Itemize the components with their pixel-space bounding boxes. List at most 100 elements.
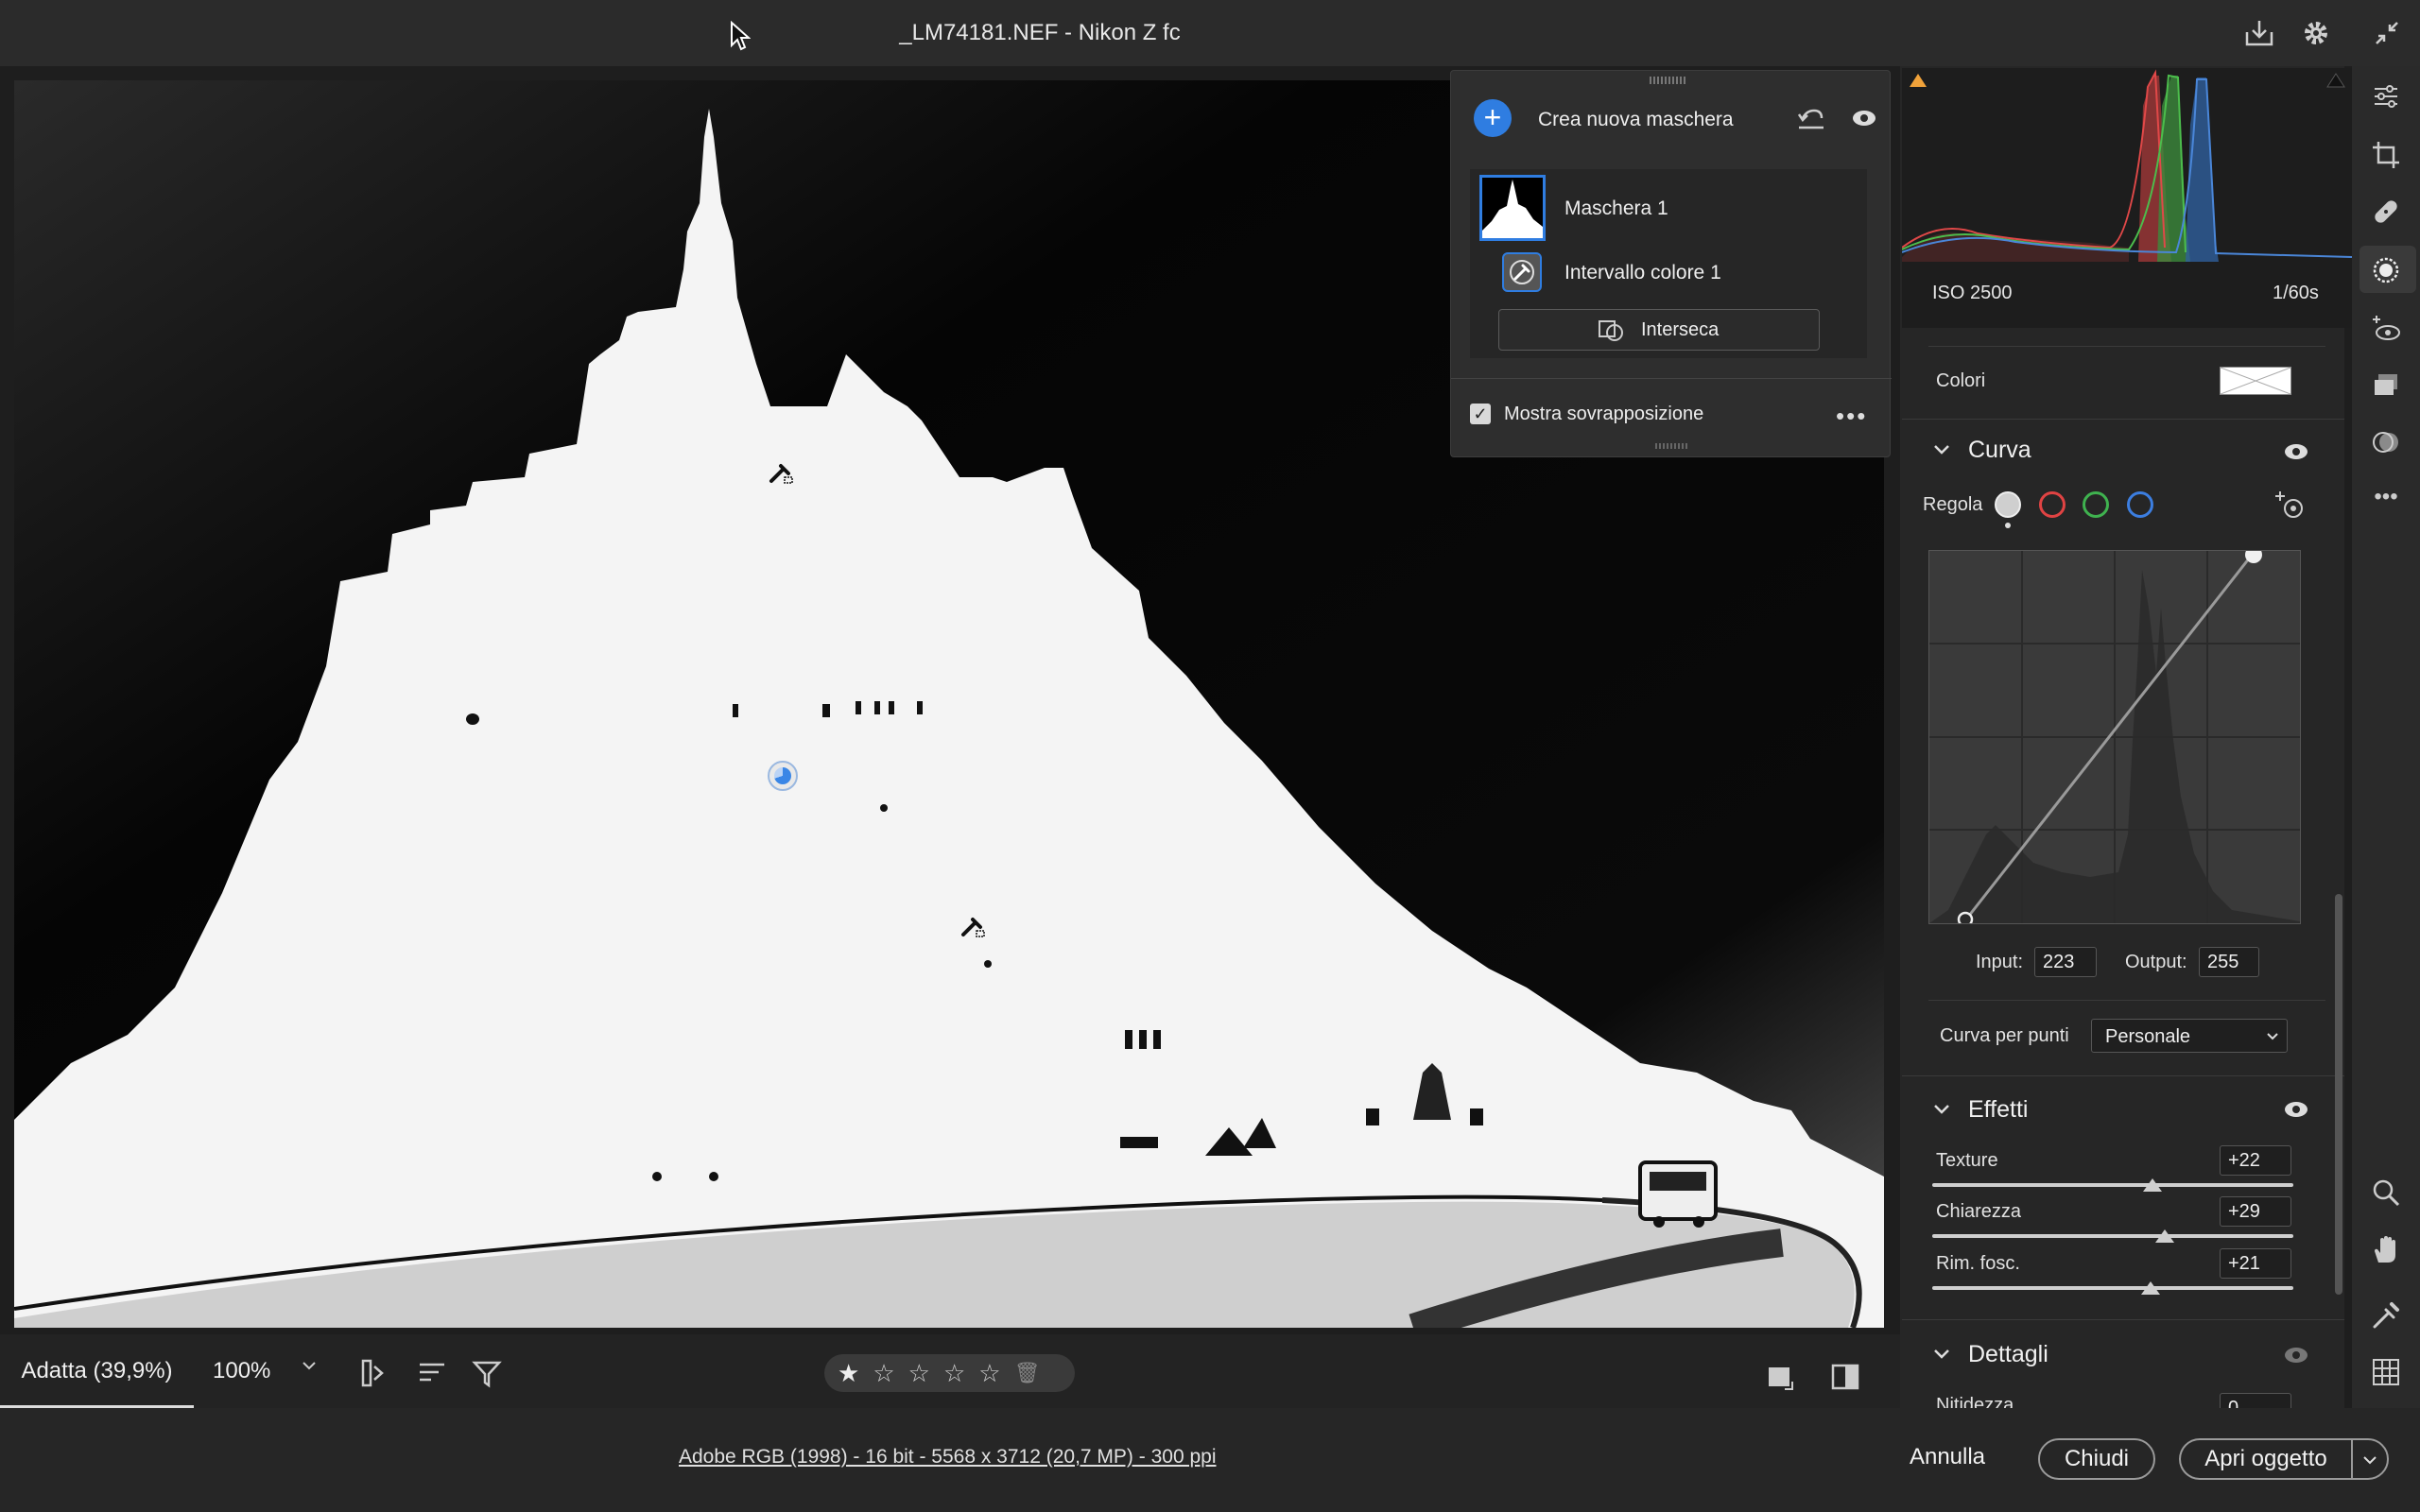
star-empty-icon[interactable]: ☆ <box>873 1359 894 1388</box>
shadow-clipping-icon[interactable] <box>1908 70 1928 95</box>
adjust-label: Regola <box>1923 494 1983 515</box>
tone-curve-graph[interactable] <box>1928 546 2301 928</box>
download-icon[interactable] <box>2240 14 2278 52</box>
eyedropper-pin-icon[interactable] <box>768 458 796 491</box>
hand-icon[interactable] <box>2369 1232 2403 1266</box>
close-button[interactable]: Chiudi <box>2038 1438 2155 1480</box>
selected-indicator <box>2005 523 2011 528</box>
healing-icon[interactable] <box>2369 195 2403 229</box>
overlay-checkbox[interactable]: ✓ <box>1470 404 1491 424</box>
zoom-fit-button[interactable]: Adatta (39,9%) <box>0 1334 194 1408</box>
sharpness-label: Nitidezza <box>1936 1395 2014 1408</box>
texture-value[interactable]: +22 <box>2220 1145 2291 1176</box>
divider <box>1902 1319 2344 1320</box>
snapshots-icon[interactable] <box>2369 425 2403 459</box>
component-name[interactable]: Intervallo colore 1 <box>1564 262 1721 284</box>
chevron-down-icon[interactable] <box>1932 1102 1951 1122</box>
texture-slider-thumb[interactable] <box>2142 1177 2163 1197</box>
zoom-icon[interactable] <box>2369 1176 2403 1210</box>
clarity-label: Chiarezza <box>1936 1201 2022 1222</box>
star-empty-icon[interactable]: ☆ <box>978 1359 1000 1388</box>
divider <box>1451 378 1892 379</box>
file-info-link[interactable]: Adobe RGB (1998) - 16 bit - 5568 x 3712 … <box>679 1446 1217 1469</box>
effects-title[interactable]: Effetti <box>1968 1096 2028 1124</box>
eyedropper-pin-icon[interactable] <box>959 912 988 945</box>
channel-rgb-button[interactable] <box>1995 491 2021 518</box>
star-empty-icon[interactable]: ☆ <box>908 1359 930 1388</box>
chevron-down-icon[interactable] <box>301 1359 318 1377</box>
zoom-100-button[interactable]: 100% <box>213 1334 279 1408</box>
presets-icon[interactable] <box>2369 369 2403 403</box>
star-empty-icon[interactable]: ☆ <box>943 1359 965 1388</box>
edit-sliders-icon[interactable] <box>2369 79 2403 113</box>
point-curve-value: Personale <box>2105 1026 2191 1047</box>
eye-icon[interactable] <box>2284 442 2308 466</box>
red-eye-icon[interactable] <box>2369 312 2403 346</box>
channel-green-button[interactable] <box>2083 491 2109 518</box>
shutter-value: 1/60s <box>2273 283 2319 303</box>
clarity-slider-thumb[interactable] <box>2154 1228 2175 1248</box>
mask-pin-icon[interactable] <box>768 761 798 791</box>
open-object-button[interactable]: Apri oggetto <box>2179 1438 2351 1480</box>
masking-icon[interactable] <box>2369 253 2403 287</box>
output-field[interactable]: 255 <box>2199 947 2259 977</box>
window-title: _LM74181.NEF - Nikon Z fc <box>899 20 1181 45</box>
mask-name[interactable]: Maschera 1 <box>1564 198 1668 220</box>
resize-handle[interactable] <box>1655 443 1687 449</box>
add-mask-icon[interactable]: + <box>1474 99 1512 137</box>
eye-icon[interactable] <box>2284 1100 2308 1124</box>
clarity-slider-track[interactable] <box>1932 1234 2293 1238</box>
dehaze-value[interactable]: +21 <box>2220 1248 2291 1279</box>
compare-view-icon[interactable] <box>1830 1363 1860 1396</box>
highlight-clipping-icon[interactable] <box>2325 70 2346 95</box>
intersect-button[interactable]: Interseca <box>1498 309 1820 351</box>
divider <box>1928 1000 2325 1001</box>
cancel-button[interactable]: Annulla <box>1900 1438 1995 1480</box>
gear-icon[interactable] <box>2297 14 2335 52</box>
colors-label: Colori <box>1936 370 1986 391</box>
single-view-icon[interactable] <box>1766 1363 1794 1396</box>
crop-icon[interactable] <box>2369 138 2403 172</box>
undo-icon[interactable] <box>1797 107 1825 136</box>
filmstrip-icon[interactable] <box>359 1357 391 1394</box>
texture-label: Texture <box>1936 1150 1998 1171</box>
trash-icon[interactable]: 🗑 <box>1014 1361 1041 1385</box>
eye-icon[interactable] <box>1852 109 1876 132</box>
drag-handle[interactable] <box>1650 77 1687 84</box>
collapse-icon[interactable] <box>2368 14 2406 52</box>
channel-blue-button[interactable] <box>2127 491 2153 518</box>
details-clip: Nitidezza 0 <box>1902 1389 2344 1408</box>
texture-slider-track[interactable] <box>1932 1183 2293 1187</box>
star-filled-icon[interactable]: ★ <box>838 1359 859 1388</box>
eye-icon[interactable] <box>2284 1346 2308 1369</box>
divider <box>1902 1075 2344 1076</box>
iso-value: ISO 2500 <box>1932 283 2013 303</box>
dehaze-slider-track[interactable] <box>1932 1286 2293 1290</box>
create-mask-label[interactable]: Crea nuova maschera <box>1538 109 1734 131</box>
curve-title[interactable]: Curva <box>1968 437 2031 464</box>
chevron-down-icon[interactable] <box>1932 442 1951 462</box>
panel-scrollbar[interactable] <box>2335 894 2342 1295</box>
mask-panel: + Crea nuova maschera Maschera 1 Interva… <box>1450 70 1892 457</box>
sampler-icon[interactable] <box>2369 1298 2403 1332</box>
grid-icon[interactable] <box>2369 1355 2403 1389</box>
star-rating[interactable]: ★ ☆ ☆ ☆ ☆ 🗑 <box>824 1354 1075 1392</box>
more-icon[interactable]: ••• <box>2369 480 2403 514</box>
filter-icon[interactable] <box>471 1357 503 1394</box>
dehaze-slider-thumb[interactable] <box>2140 1280 2161 1300</box>
clarity-value[interactable]: +29 <box>2220 1196 2291 1227</box>
details-title[interactable]: Dettagli <box>1968 1341 2048 1368</box>
target-adjust-icon[interactable] <box>2273 490 2307 526</box>
intersect-icon <box>1598 319 1624 347</box>
more-options-icon[interactable]: ••• <box>1836 402 1867 431</box>
color-range-icon[interactable] <box>1502 252 1542 292</box>
sharpness-value[interactable]: 0 <box>2220 1393 2291 1408</box>
sort-icon[interactable] <box>416 1357 448 1394</box>
chevron-down-icon[interactable] <box>1932 1347 1951 1366</box>
mask-thumbnail[interactable] <box>1479 175 1546 241</box>
color-swatch[interactable] <box>2220 367 2291 395</box>
point-curve-select[interactable]: Personale <box>2091 1019 2288 1053</box>
channel-red-button[interactable] <box>2039 491 2066 518</box>
mouse-cursor-icon <box>730 20 752 51</box>
input-field[interactable]: 223 <box>2034 947 2097 977</box>
